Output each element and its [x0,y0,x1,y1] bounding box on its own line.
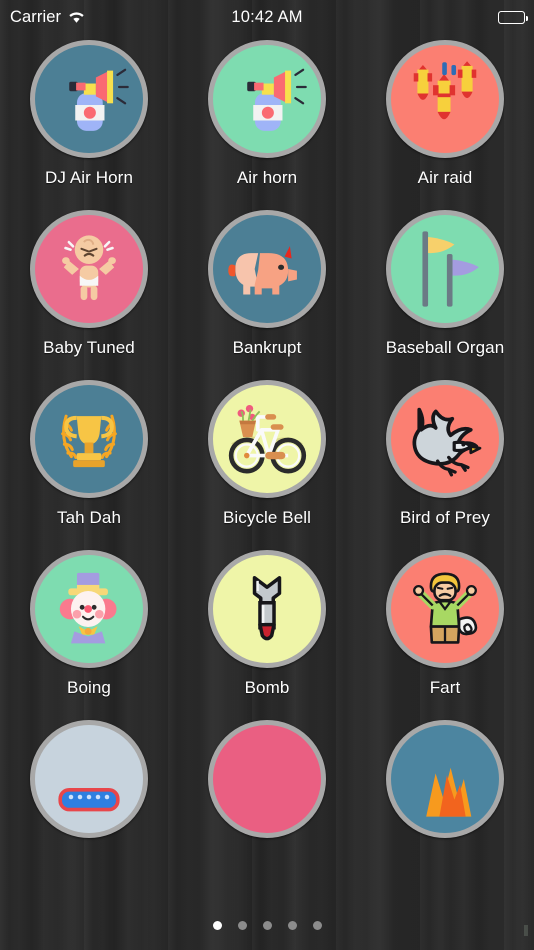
tile-label: DJ Air Horn [44,168,133,187]
tile-label: Bird of Prey [399,508,490,527]
sound-tile-partial-2[interactable] [178,720,356,848]
tile-label: Bankrupt [232,338,302,357]
bicycle-icon [221,393,313,485]
sound-tile-disc[interactable] [30,550,148,668]
sound-tile-disc[interactable] [386,720,504,838]
air-horn-icon [224,56,310,142]
sound-tile-disc[interactable] [208,210,326,328]
tile-label: Baseball Organ [385,338,505,357]
clown-icon [46,566,132,652]
tile-label: Boing [67,678,111,697]
page-dot-3[interactable] [262,921,272,930]
sound-tile-partial-3[interactable] [356,720,534,848]
tile-label: Air horn [236,168,298,187]
sound-tile-fart[interactable]: Fart [356,550,534,698]
two-flags-icon [398,222,492,316]
broken-piggy-bank-icon [223,225,311,313]
status-bar: Carrier 10:42 AM [0,0,534,34]
crying-baby-icon [47,227,131,311]
farting-man-icon [401,565,489,653]
sound-grid: DJ Air Horn Air horn Air raid Baby Tuned… [0,40,534,848]
tile-label: Tah Dah [56,508,122,527]
sound-tile-partial-1[interactable] [0,720,178,848]
watermark [524,925,528,936]
tile-label: Bicycle Bell [222,508,312,527]
page-dot-5[interactable] [312,921,322,930]
sound-tile-boing[interactable]: Boing [0,550,178,698]
sound-tile-bomb[interactable]: Bomb [178,550,356,698]
sound-tile-disc[interactable] [386,550,504,668]
tile-label: Baby Tuned [43,338,135,357]
sound-tile-disc[interactable] [208,40,326,158]
sound-tile-baseball-organ[interactable]: Baseball Organ [356,210,534,358]
tile-label: Bomb [244,678,290,697]
tile-label: Fart [429,678,461,697]
trophy-laurel-icon [45,395,133,483]
status-bar-right [498,10,528,24]
clock-label: 10:42 AM [231,7,303,26]
sound-tile-disc[interactable] [208,380,326,498]
app-root: Carrier 10:42 AM DJ Air Horn Air horn Ai… [0,0,534,950]
sound-tile-dj-air-horn[interactable]: DJ Air Horn [0,40,178,188]
sound-tile-disc[interactable] [30,210,148,328]
sound-tile-disc[interactable] [386,40,504,158]
sound-tile-disc[interactable] [208,550,326,668]
watermark-mark [524,925,528,936]
falling-bombs-icon [399,53,491,145]
sound-tile-baby-tuned[interactable]: Baby Tuned [0,210,178,358]
sound-tile-disc[interactable] [30,720,148,838]
partial-tile-icon [44,734,134,824]
sound-tile-disc[interactable] [30,40,148,158]
tile-label: Air raid [417,168,473,187]
sound-tile-bird-of-prey[interactable]: Bird of Prey [356,380,534,528]
bomb-icon [228,570,306,648]
page-dot-4[interactable] [287,921,297,930]
eagle-icon [399,393,491,485]
page-dot-2[interactable] [237,921,247,930]
sound-tile-air-raid[interactable]: Air raid [356,40,534,188]
sound-tile-bicycle-bell[interactable]: Bicycle Bell [178,380,356,528]
sound-tile-bankrupt[interactable]: Bankrupt [178,210,356,358]
page-indicator[interactable] [0,921,534,930]
sound-tile-disc[interactable] [386,210,504,328]
sound-tile-disc[interactable] [208,720,326,838]
sound-tile-tah-dah[interactable]: Tah Dah [0,380,178,528]
page-dot-1[interactable] [212,921,222,930]
sound-tile-disc[interactable] [30,380,148,498]
sound-tile-air-horn[interactable]: Air horn [178,40,356,188]
battery-icon [498,10,528,24]
partial-tile-icon [398,732,492,826]
sound-tile-disc[interactable] [386,380,504,498]
air-horn-icon [46,56,132,142]
